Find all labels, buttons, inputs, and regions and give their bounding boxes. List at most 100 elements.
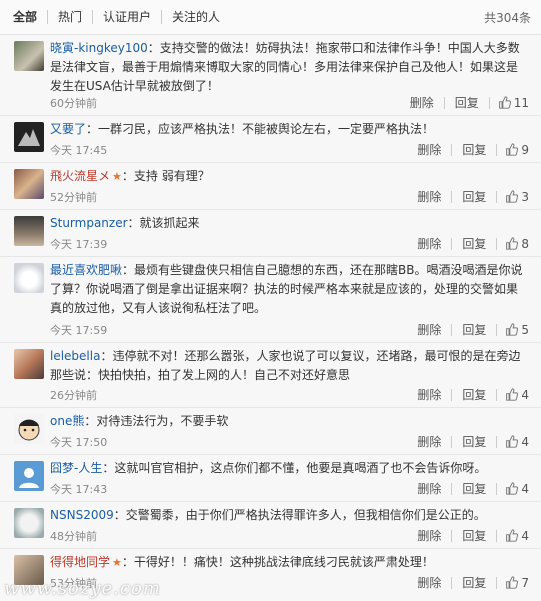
like-button[interactable]: 4: [497, 482, 529, 496]
comment-text: ：干得好！！痛快！这种挑战法律底线刁民就该严肃处理！: [121, 555, 434, 569]
delete-button[interactable]: 删除: [407, 321, 451, 338]
comment-author[interactable]: 最近喜欢肥啾: [50, 263, 122, 277]
delete-button[interactable]: 删除: [407, 527, 451, 544]
thumbs-up-icon: [506, 388, 519, 401]
comment-time: 今天 17:59: [50, 324, 108, 337]
like-count: 4: [521, 528, 529, 543]
avatar[interactable]: [14, 169, 44, 199]
avatar[interactable]: [14, 414, 44, 444]
delete-button[interactable]: 删除: [407, 188, 451, 205]
comment-list: 晓寅-kingkey100：支持交警的做法！妨碍执法！拖家带口和法律作斗争！中国…: [0, 35, 541, 595]
default-avatar-icon: [19, 468, 39, 488]
like-count: 7: [521, 575, 529, 590]
comment-text: ：交警蜀黍，由于你们严格执法得罪许多人，但我相信你们是公正的。: [113, 508, 486, 522]
reply-button[interactable]: 回复: [452, 321, 496, 338]
avatar[interactable]: [14, 122, 44, 152]
comment-time: 60分钟前: [50, 97, 97, 110]
like-count: 3: [521, 189, 529, 204]
reply-button[interactable]: 回复: [452, 235, 496, 252]
like-count: 11: [513, 95, 529, 110]
reply-button[interactable]: 回复: [452, 188, 496, 205]
thumbs-up-icon: [506, 576, 519, 589]
comment-text: ：一群刁民，应该严格执法！不能被舆论左右，一定要严格执法！: [86, 122, 435, 136]
tab-hot[interactable]: 热门: [47, 10, 92, 24]
like-count: 8: [521, 236, 529, 251]
like-button[interactable]: 5: [497, 323, 529, 337]
avatar[interactable]: [14, 461, 44, 491]
avatar[interactable]: [14, 263, 44, 293]
site-watermark: www.sozye.com: [4, 578, 161, 599]
comment-time: 52分钟前: [50, 191, 97, 204]
reply-button[interactable]: 回复: [452, 433, 496, 450]
thumbs-up-icon: [498, 96, 511, 109]
tab-following[interactable]: 关注的人: [161, 10, 230, 24]
tab-verified-users[interactable]: 认证用户: [92, 10, 161, 24]
avatar[interactable]: [14, 216, 44, 246]
delete-button[interactable]: 删除: [407, 480, 451, 497]
comment-time: 今天 17:50: [50, 436, 108, 449]
reply-button[interactable]: 回复: [452, 141, 496, 158]
comment-author[interactable]: one熊: [50, 414, 84, 428]
delete-button[interactable]: 删除: [407, 574, 451, 591]
thumbs-up-icon: [506, 323, 519, 336]
comment-filter-tabs: 全部 热门 认证用户 关注的人 共304条: [0, 0, 541, 35]
comment-item: 囧梦-人生：这就叫官官相护，这点你们都不懂，他要是真喝酒了也不会告诉你呀。 今天…: [0, 455, 541, 502]
comment-text: ：对待违法行为，不要手软: [84, 414, 229, 428]
comment-item: 最近喜欢肥啾：最烦有些键盘侠只相信自己臆想的东西，还在那瞎BB。喝酒没喝酒是你说…: [0, 257, 541, 343]
like-button[interactable]: 4: [497, 388, 529, 402]
like-count: 4: [521, 387, 529, 402]
like-count: 5: [521, 322, 529, 337]
comment-time: 48分钟前: [50, 530, 97, 543]
like-button[interactable]: 7: [497, 576, 529, 590]
comment-author[interactable]: 飛火流星メ: [50, 169, 110, 183]
like-button[interactable]: 4: [497, 435, 529, 449]
comment-text: ：违停就不对！还那么嚣张，人家也说了可以复议，还堵路，最可恨的是在旁边那些说：快…: [50, 349, 521, 382]
reply-button[interactable]: 回复: [452, 480, 496, 497]
comment-time: 今天 17:43: [50, 483, 108, 496]
tab-all[interactable]: 全部: [0, 10, 47, 24]
thumbs-up-icon: [506, 190, 519, 203]
thumbs-up-icon: [506, 529, 519, 542]
wolf-icon: [18, 129, 40, 146]
delete-button[interactable]: 删除: [407, 386, 451, 403]
avatar[interactable]: [14, 508, 44, 538]
delete-button[interactable]: 删除: [407, 433, 451, 450]
comment-author[interactable]: 晓寅-kingkey100: [50, 41, 148, 55]
comment-text: ：这就叫官官相护，这点你们都不懂，他要是真喝酒了也不会告诉你呀。: [102, 461, 487, 475]
cartoon-face-icon: [18, 419, 40, 441]
comment-author[interactable]: lelebella: [50, 349, 100, 363]
comment-author[interactable]: NSNS2009: [50, 508, 114, 522]
thumbs-up-icon: [506, 143, 519, 156]
reply-button[interactable]: 回复: [445, 94, 489, 111]
comment-author[interactable]: 得得地同学: [50, 555, 110, 569]
reply-button[interactable]: 回复: [452, 386, 496, 403]
comment-item: lelebella：违停就不对！还那么嚣张，人家也说了可以复议，还堵路，最可恨的…: [0, 343, 541, 408]
like-button[interactable]: 3: [497, 190, 529, 204]
like-button[interactable]: 8: [497, 237, 529, 251]
like-button[interactable]: 9: [497, 143, 529, 157]
like-count: 4: [521, 434, 529, 449]
like-button[interactable]: 11: [490, 96, 529, 110]
reply-button[interactable]: 回复: [452, 527, 496, 544]
comment-item: 晓寅-kingkey100：支持交警的做法！妨碍执法！拖家带口和法律作斗争！中国…: [0, 35, 541, 116]
reply-button[interactable]: 回复: [452, 574, 496, 591]
comment-author[interactable]: Sturmpanzer: [50, 216, 128, 230]
delete-button[interactable]: 删除: [400, 94, 444, 111]
comment-item: Sturmpanzer：就该抓起来 今天 17:39 删除 回复 8: [0, 210, 541, 257]
thumbs-up-icon: [506, 435, 519, 448]
delete-button[interactable]: 删除: [407, 235, 451, 252]
comment-item: one熊：对待违法行为，不要手软 今天 17:50 删除 回复 4: [0, 408, 541, 455]
comment-time: 今天 17:39: [50, 238, 108, 251]
like-button[interactable]: 4: [497, 529, 529, 543]
like-count: 4: [521, 481, 529, 496]
comment-item: NSNS2009：交警蜀黍，由于你们严格执法得罪许多人，但我相信你们是公正的。 …: [0, 502, 541, 549]
comment-time: 今天 17:45: [50, 144, 108, 157]
delete-button[interactable]: 删除: [407, 141, 451, 158]
comment-author[interactable]: 囧梦-人生: [50, 461, 102, 475]
comment-author[interactable]: 又要了: [50, 122, 86, 136]
avatar[interactable]: [14, 41, 44, 71]
vip-star-icon: ★: [112, 170, 122, 183]
avatar[interactable]: [14, 349, 44, 379]
comment-text: ：支持 弱有理？: [121, 169, 210, 183]
thumbs-up-icon: [506, 482, 519, 495]
